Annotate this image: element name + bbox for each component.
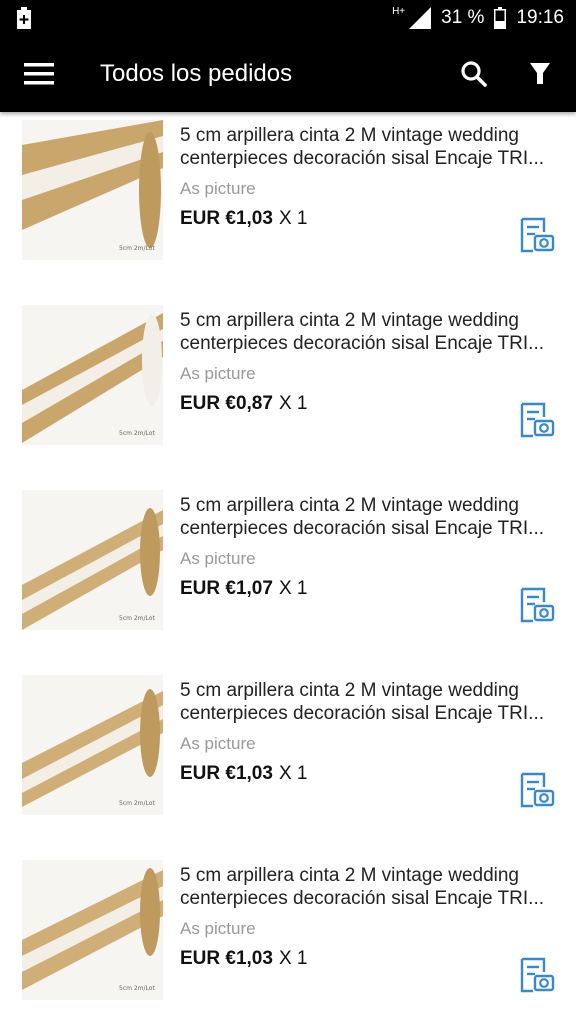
order-list: 5cm 2m/Lot 5 cm arpillera cinta 2 M vint…: [0, 112, 576, 1024]
product-price: EUR €1,07: [180, 578, 273, 599]
product-thumbnail: 5cm 2m/Lot: [22, 675, 163, 815]
thumb-caption: 5cm 2m/Lot: [119, 985, 155, 992]
product-variant: As picture: [180, 549, 256, 568]
receipt-photo-icon[interactable]: [516, 401, 556, 441]
battery-icon: [494, 7, 507, 29]
product-quantity: X 1: [278, 578, 308, 599]
receipt-photo-icon[interactable]: [516, 216, 556, 256]
product-thumbnail: 5cm 2m/Lot: [22, 490, 163, 630]
price-line: EUR €1,03 X 1: [180, 763, 307, 785]
receipt-photo-icon[interactable]: [516, 956, 556, 996]
network-type: H+: [392, 6, 406, 17]
thumb-caption: 5cm 2m/Lot: [119, 615, 155, 622]
product-price: EUR €0,87: [180, 393, 273, 414]
product-thumbnail: 5cm 2m/Lot: [22, 120, 163, 260]
price-line: EUR €1,03 X 1: [180, 208, 307, 230]
product-quantity: X 1: [278, 393, 308, 414]
battery-percent: 31 %: [441, 7, 485, 28]
signal-icon: [409, 7, 432, 29]
menu-icon[interactable]: [22, 60, 56, 88]
product-quantity: X 1: [278, 948, 308, 969]
status-bar: H+ 31 % 19:16: [0, 0, 576, 36]
search-icon[interactable]: [456, 56, 492, 92]
thumb-caption: 5cm 2m/Lot: [119, 245, 155, 252]
price-line: EUR €1,03 X 1: [180, 948, 307, 970]
page-title: Todos los pedidos: [100, 60, 293, 87]
product-quantity: X 1: [278, 763, 308, 784]
product-variant: As picture: [180, 364, 256, 383]
product-thumbnail: 5cm 2m/Lot: [22, 305, 163, 445]
filter-icon[interactable]: [522, 56, 558, 92]
product-variant: As picture: [180, 734, 256, 753]
order-item[interactable]: 5cm 2m/Lot 5 cm arpillera cinta 2 M vint…: [0, 852, 576, 1024]
product-title: 5 cm arpillera cinta 2 M vintage wedding…: [180, 495, 544, 539]
product-price: EUR €1,03: [180, 208, 273, 229]
clock: 19:16: [516, 7, 564, 28]
order-item[interactable]: 5cm 2m/Lot 5 cm arpillera cinta 2 M vint…: [0, 297, 576, 482]
product-title: 5 cm arpillera cinta 2 M vintage wedding…: [180, 865, 544, 909]
price-line: EUR €1,07 X 1: [180, 578, 307, 600]
order-item[interactable]: 5cm 2m/Lot 5 cm arpillera cinta 2 M vint…: [0, 667, 576, 852]
product-title: 5 cm arpillera cinta 2 M vintage wedding…: [180, 125, 544, 169]
product-variant: As picture: [180, 919, 256, 938]
status-right: H+ 31 % 19:16: [392, 0, 564, 36]
product-title: 5 cm arpillera cinta 2 M vintage wedding…: [180, 680, 544, 724]
product-thumbnail: 5cm 2m/Lot: [22, 860, 163, 1000]
battery-charging-icon: [17, 7, 31, 29]
receipt-photo-icon[interactable]: [516, 771, 556, 811]
thumb-caption: 5cm 2m/Lot: [119, 800, 155, 807]
order-item[interactable]: 5cm 2m/Lot 5 cm arpillera cinta 2 M vint…: [0, 482, 576, 667]
order-item[interactable]: 5cm 2m/Lot 5 cm arpillera cinta 2 M vint…: [0, 112, 576, 297]
app-bar: Todos los pedidos: [0, 36, 576, 112]
product-title: 5 cm arpillera cinta 2 M vintage wedding…: [180, 310, 544, 354]
product-price: EUR €1,03: [180, 948, 273, 969]
receipt-photo-icon[interactable]: [516, 586, 556, 626]
price-line: EUR €0,87 X 1: [180, 393, 307, 415]
product-quantity: X 1: [278, 208, 308, 229]
product-variant: As picture: [180, 179, 256, 198]
product-price: EUR €1,03: [180, 763, 273, 784]
thumb-caption: 5cm 2m/Lot: [119, 430, 155, 437]
